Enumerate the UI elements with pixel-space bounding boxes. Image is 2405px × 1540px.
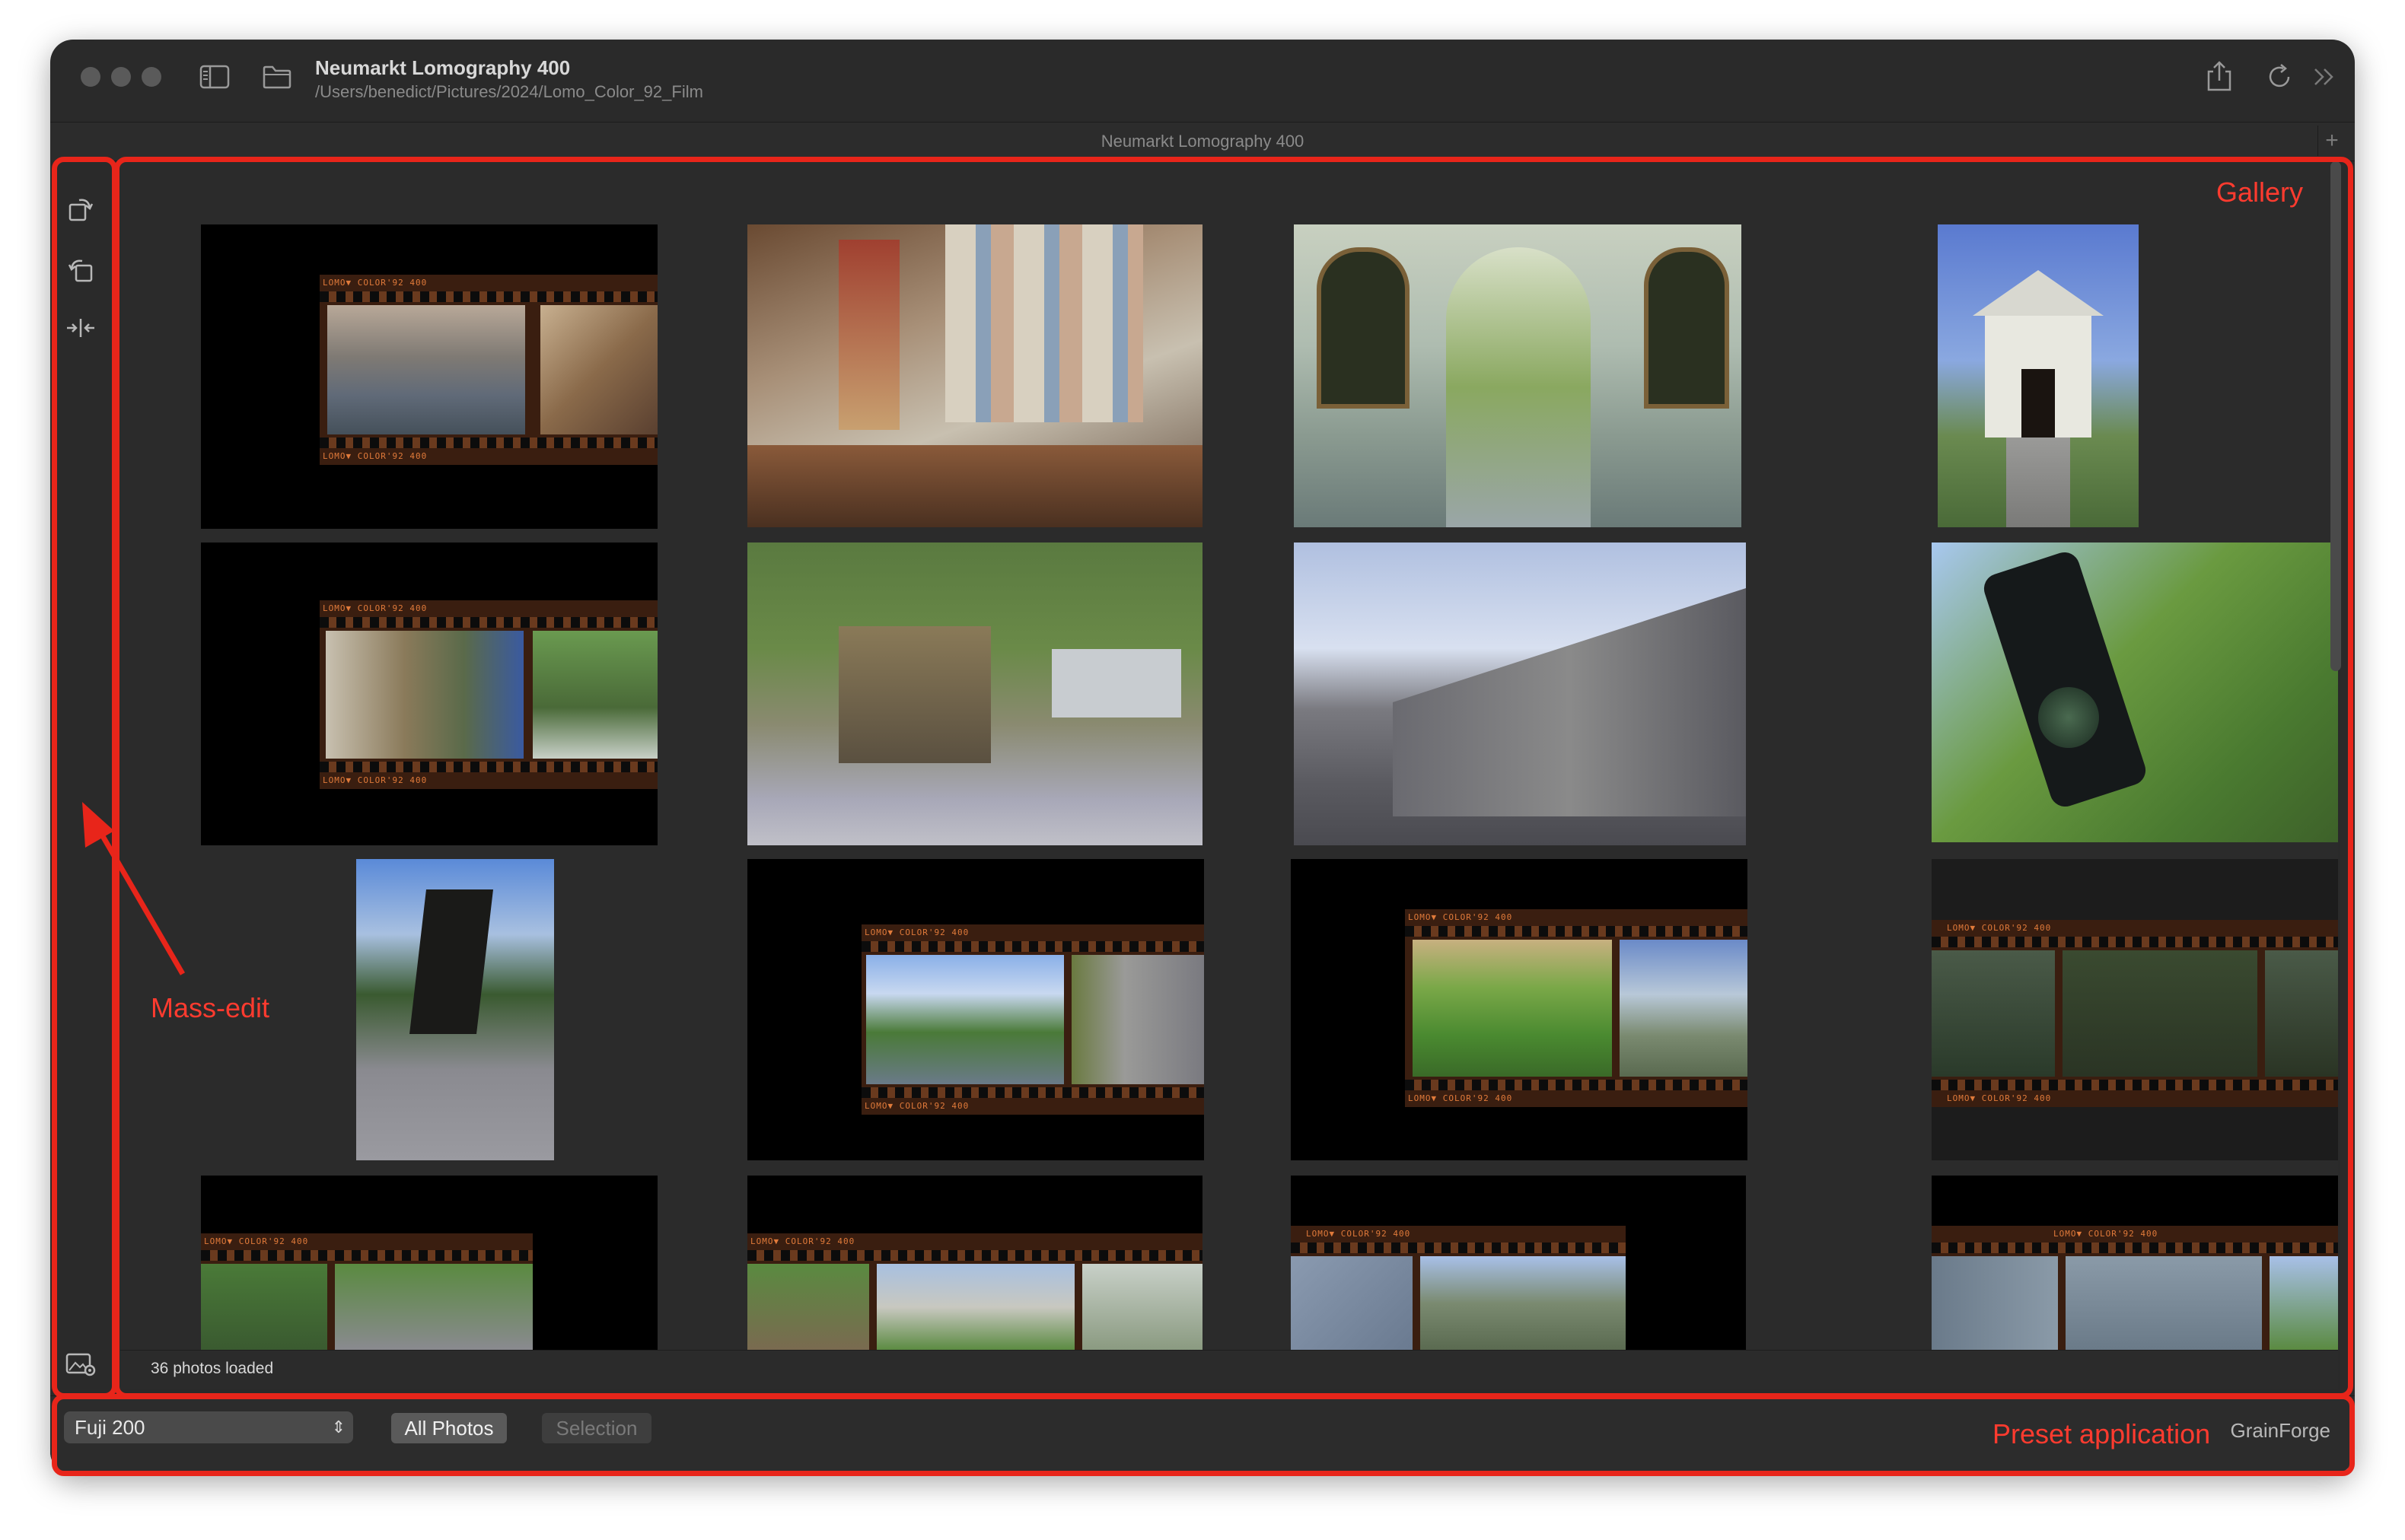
photo-thumbnail-3[interactable] [1294, 224, 1741, 527]
photo-thumbnail-16[interactable]: LOMO▼ COLOR'92 400 [1932, 1176, 2338, 1351]
photo-thumbnail-11[interactable]: LOMO▼ COLOR'92 400 LOMO▼ COLOR'92 400 [1291, 859, 1747, 1160]
window-title: Neumarkt Lomography 400 [315, 56, 571, 79]
refresh-icon[interactable] [2265, 62, 2294, 95]
photo-thumbnail-4[interactable] [1938, 224, 2139, 527]
annotation-arrow-icon [82, 802, 186, 975]
title-bar: Neumarkt Lomography 400 /Users/benedict/… [50, 40, 2355, 122]
rotate-counterclockwise-icon[interactable] [64, 253, 97, 287]
folder-icon[interactable] [262, 64, 292, 94]
app-brand-label: GrainForge [2230, 1419, 2331, 1442]
photo-gallery[interactable]: LOMO▼ COLOR'92 400 LOMO▼ COLOR'92 400 LO… [120, 161, 2338, 1387]
tab-bar: Neumarkt Lomography 400 + [50, 122, 2355, 161]
photo-thumbnail-5[interactable]: LOMO▼ COLOR'92 400 LOMO▼ COLOR'92 400 [201, 542, 658, 845]
photo-thumbnail-10[interactable]: LOMO▼ COLOR'92 400 LOMO▼ COLOR'92 400 [747, 859, 1204, 1160]
share-icon[interactable] [2204, 59, 2235, 97]
preset-dropdown[interactable]: Fuji 200 ⇕ [64, 1411, 353, 1443]
gallery-status-bar: 36 photos loaded [120, 1350, 2338, 1389]
photo-thumbnail-9[interactable] [356, 859, 554, 1160]
preset-dropdown-value: Fuji 200 [75, 1416, 145, 1439]
photo-thumbnail-12[interactable]: LOMO▼ COLOR'92 400 LOMO▼ COLOR'92 400 × [1932, 859, 2338, 1160]
app-window: Neumarkt Lomography 400 /Users/benedict/… [50, 40, 2355, 1475]
photo-thumbnail-14[interactable]: LOMO▼ COLOR'92 400 [747, 1176, 1202, 1351]
photo-thumbnail-6[interactable] [747, 542, 1202, 845]
flip-horizontal-icon[interactable] [64, 311, 97, 345]
minimize-window-button[interactable] [111, 67, 131, 87]
mass-edit-sidebar [50, 161, 113, 1387]
tab-neumarkt[interactable]: Neumarkt Lomography 400 [50, 132, 2355, 151]
photo-thumbnail-8[interactable] [1932, 542, 2338, 842]
gallery-annotation-label: Gallery [2216, 177, 2304, 208]
photos-loaded-count: 36 photos loaded [151, 1360, 274, 1377]
chevron-up-down-icon: ⇕ [331, 1418, 346, 1437]
close-window-button[interactable] [81, 67, 100, 87]
photo-settings-icon[interactable] [64, 1348, 97, 1381]
photo-thumbnail-7[interactable] [1294, 542, 1746, 845]
window-path: /Users/benedict/Pictures/2024/Lomo_Color… [315, 82, 703, 101]
selection-button[interactable]: Selection [542, 1413, 651, 1443]
mass-edit-annotation-label: Mass-edit [151, 992, 270, 1023]
rotate-clockwise-icon[interactable] [64, 192, 97, 226]
add-tab-button[interactable]: + [2317, 126, 2346, 156]
photo-thumbnail-1[interactable]: LOMO▼ COLOR'92 400 LOMO▼ COLOR'92 400 [201, 224, 658, 529]
preset-application-annotation-label: Preset application [1992, 1418, 2211, 1449]
sidebar-toggle-icon[interactable] [199, 64, 230, 94]
zoom-window-button[interactable] [142, 67, 161, 87]
photo-thumbnail-2[interactable] [747, 224, 1202, 527]
photo-thumbnail-15[interactable]: LOMO▼ COLOR'92 400 [1291, 1176, 1746, 1351]
all-photos-button[interactable]: All Photos [391, 1413, 507, 1443]
chevron-double-right-icon[interactable] [2312, 65, 2337, 92]
photo-thumbnail-13[interactable]: LOMO▼ COLOR'92 400 [201, 1176, 658, 1351]
gallery-scrollbar[interactable] [2330, 161, 2341, 671]
